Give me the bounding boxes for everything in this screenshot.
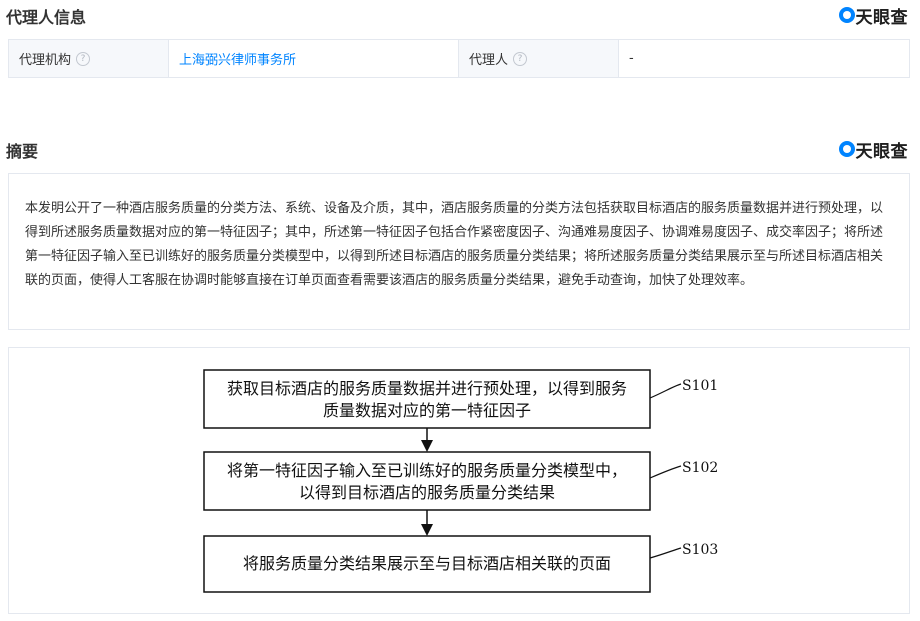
agency-label: 代理机构 bbox=[19, 53, 72, 68]
agent-label-cell: 代理人 ? bbox=[459, 40, 619, 77]
brand-logo-icon bbox=[838, 141, 855, 157]
help-icon[interactable]: ? bbox=[76, 51, 91, 66]
abstract-figure: 获取目标酒店的服务质量数据并进行预处理，以得到服务 质量数据对应的第一特征因子 … bbox=[8, 347, 910, 614]
step-connector bbox=[649, 465, 682, 479]
step-label-s103: S103 bbox=[682, 542, 718, 558]
tianyancha-logo: 天眼查 bbox=[838, 138, 909, 162]
agent-info-header: 代理人信息 天眼查 bbox=[0, 0, 920, 28]
flowchart-diagram: 获取目标酒店的服务质量数据并进行预处理，以得到服务 质量数据对应的第一特征因子 … bbox=[203, 369, 718, 593]
agent-info-title: 代理人信息 bbox=[6, 8, 87, 27]
step-connector bbox=[649, 383, 682, 399]
step-text-line: 将服务质量分类结果展示至与目标酒店相关联的页面 bbox=[243, 554, 611, 573]
abstract-header: 摘要 天眼查 bbox=[0, 134, 920, 162]
brand-logo-icon bbox=[838, 7, 855, 23]
brand-logo-text: 天眼查 bbox=[855, 141, 908, 162]
help-icon[interactable]: ? bbox=[513, 51, 528, 66]
agent-value-cell: - bbox=[619, 40, 909, 77]
agency-link[interactable]: 上海弼兴律师事务所 bbox=[179, 49, 296, 68]
abstract-text: 本发明公开了一种酒店服务质量的分类方法、系统、设备及介质，其中，酒店服务质量的分… bbox=[25, 201, 884, 288]
step-label-s102: S102 bbox=[682, 460, 718, 476]
step-connector bbox=[649, 547, 682, 559]
agent-info-table: 代理机构 ? 上海弼兴律师事务所 代理人 ? - bbox=[8, 39, 910, 78]
step-text-line: 质量数据对应的第一特征因子 bbox=[323, 401, 531, 420]
agency-label-cell: 代理机构 ? bbox=[9, 40, 169, 77]
step-text-line: 将第一特征因子输入至已训练好的服务质量分类模型中， bbox=[227, 461, 627, 480]
agent-value: - bbox=[629, 51, 634, 66]
abstract-box: 本发明公开了一种酒店服务质量的分类方法、系统、设备及介质，其中，酒店服务质量的分… bbox=[8, 173, 910, 330]
tianyancha-logo: 天眼查 bbox=[838, 4, 909, 28]
step-text-line: 获取目标酒店的服务质量数据并进行预处理，以得到服务 bbox=[227, 379, 627, 398]
agent-label: 代理人 bbox=[469, 53, 509, 68]
step-text-line: 以得到目标酒店的服务质量分类结果 bbox=[299, 483, 555, 502]
step-label-s101: S101 bbox=[682, 378, 718, 394]
brand-logo-text: 天眼查 bbox=[855, 7, 908, 28]
agency-value-cell: 上海弼兴律师事务所 bbox=[169, 40, 459, 77]
abstract-title: 摘要 bbox=[6, 142, 39, 161]
